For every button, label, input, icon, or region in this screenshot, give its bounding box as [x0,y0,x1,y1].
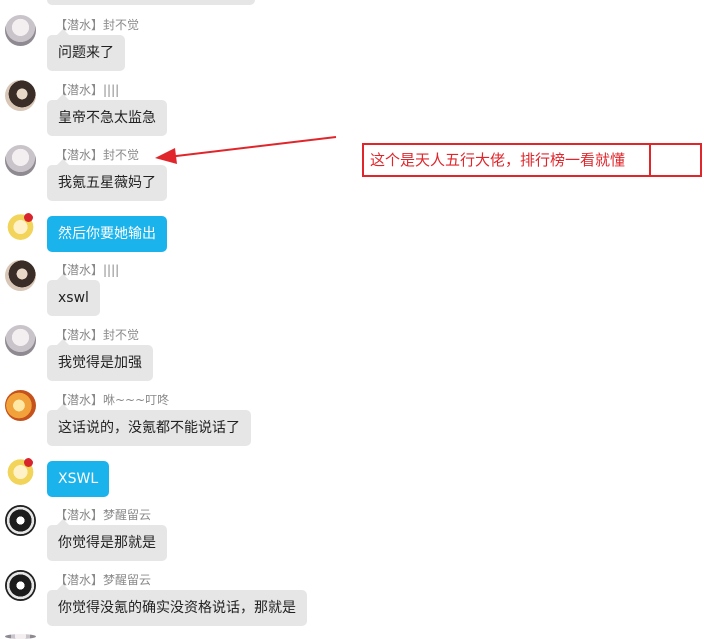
annotation-arrow-head [155,148,177,164]
annotation-arrow [155,136,337,164]
annotation-arrow-line [167,136,337,158]
annotation-box: 这个是天人五行大佬，排行榜一看就懂 [362,143,702,177]
annotation-text: 这个是天人五行大佬，排行榜一看就懂 [370,151,626,169]
annotation-divider [649,145,651,175]
